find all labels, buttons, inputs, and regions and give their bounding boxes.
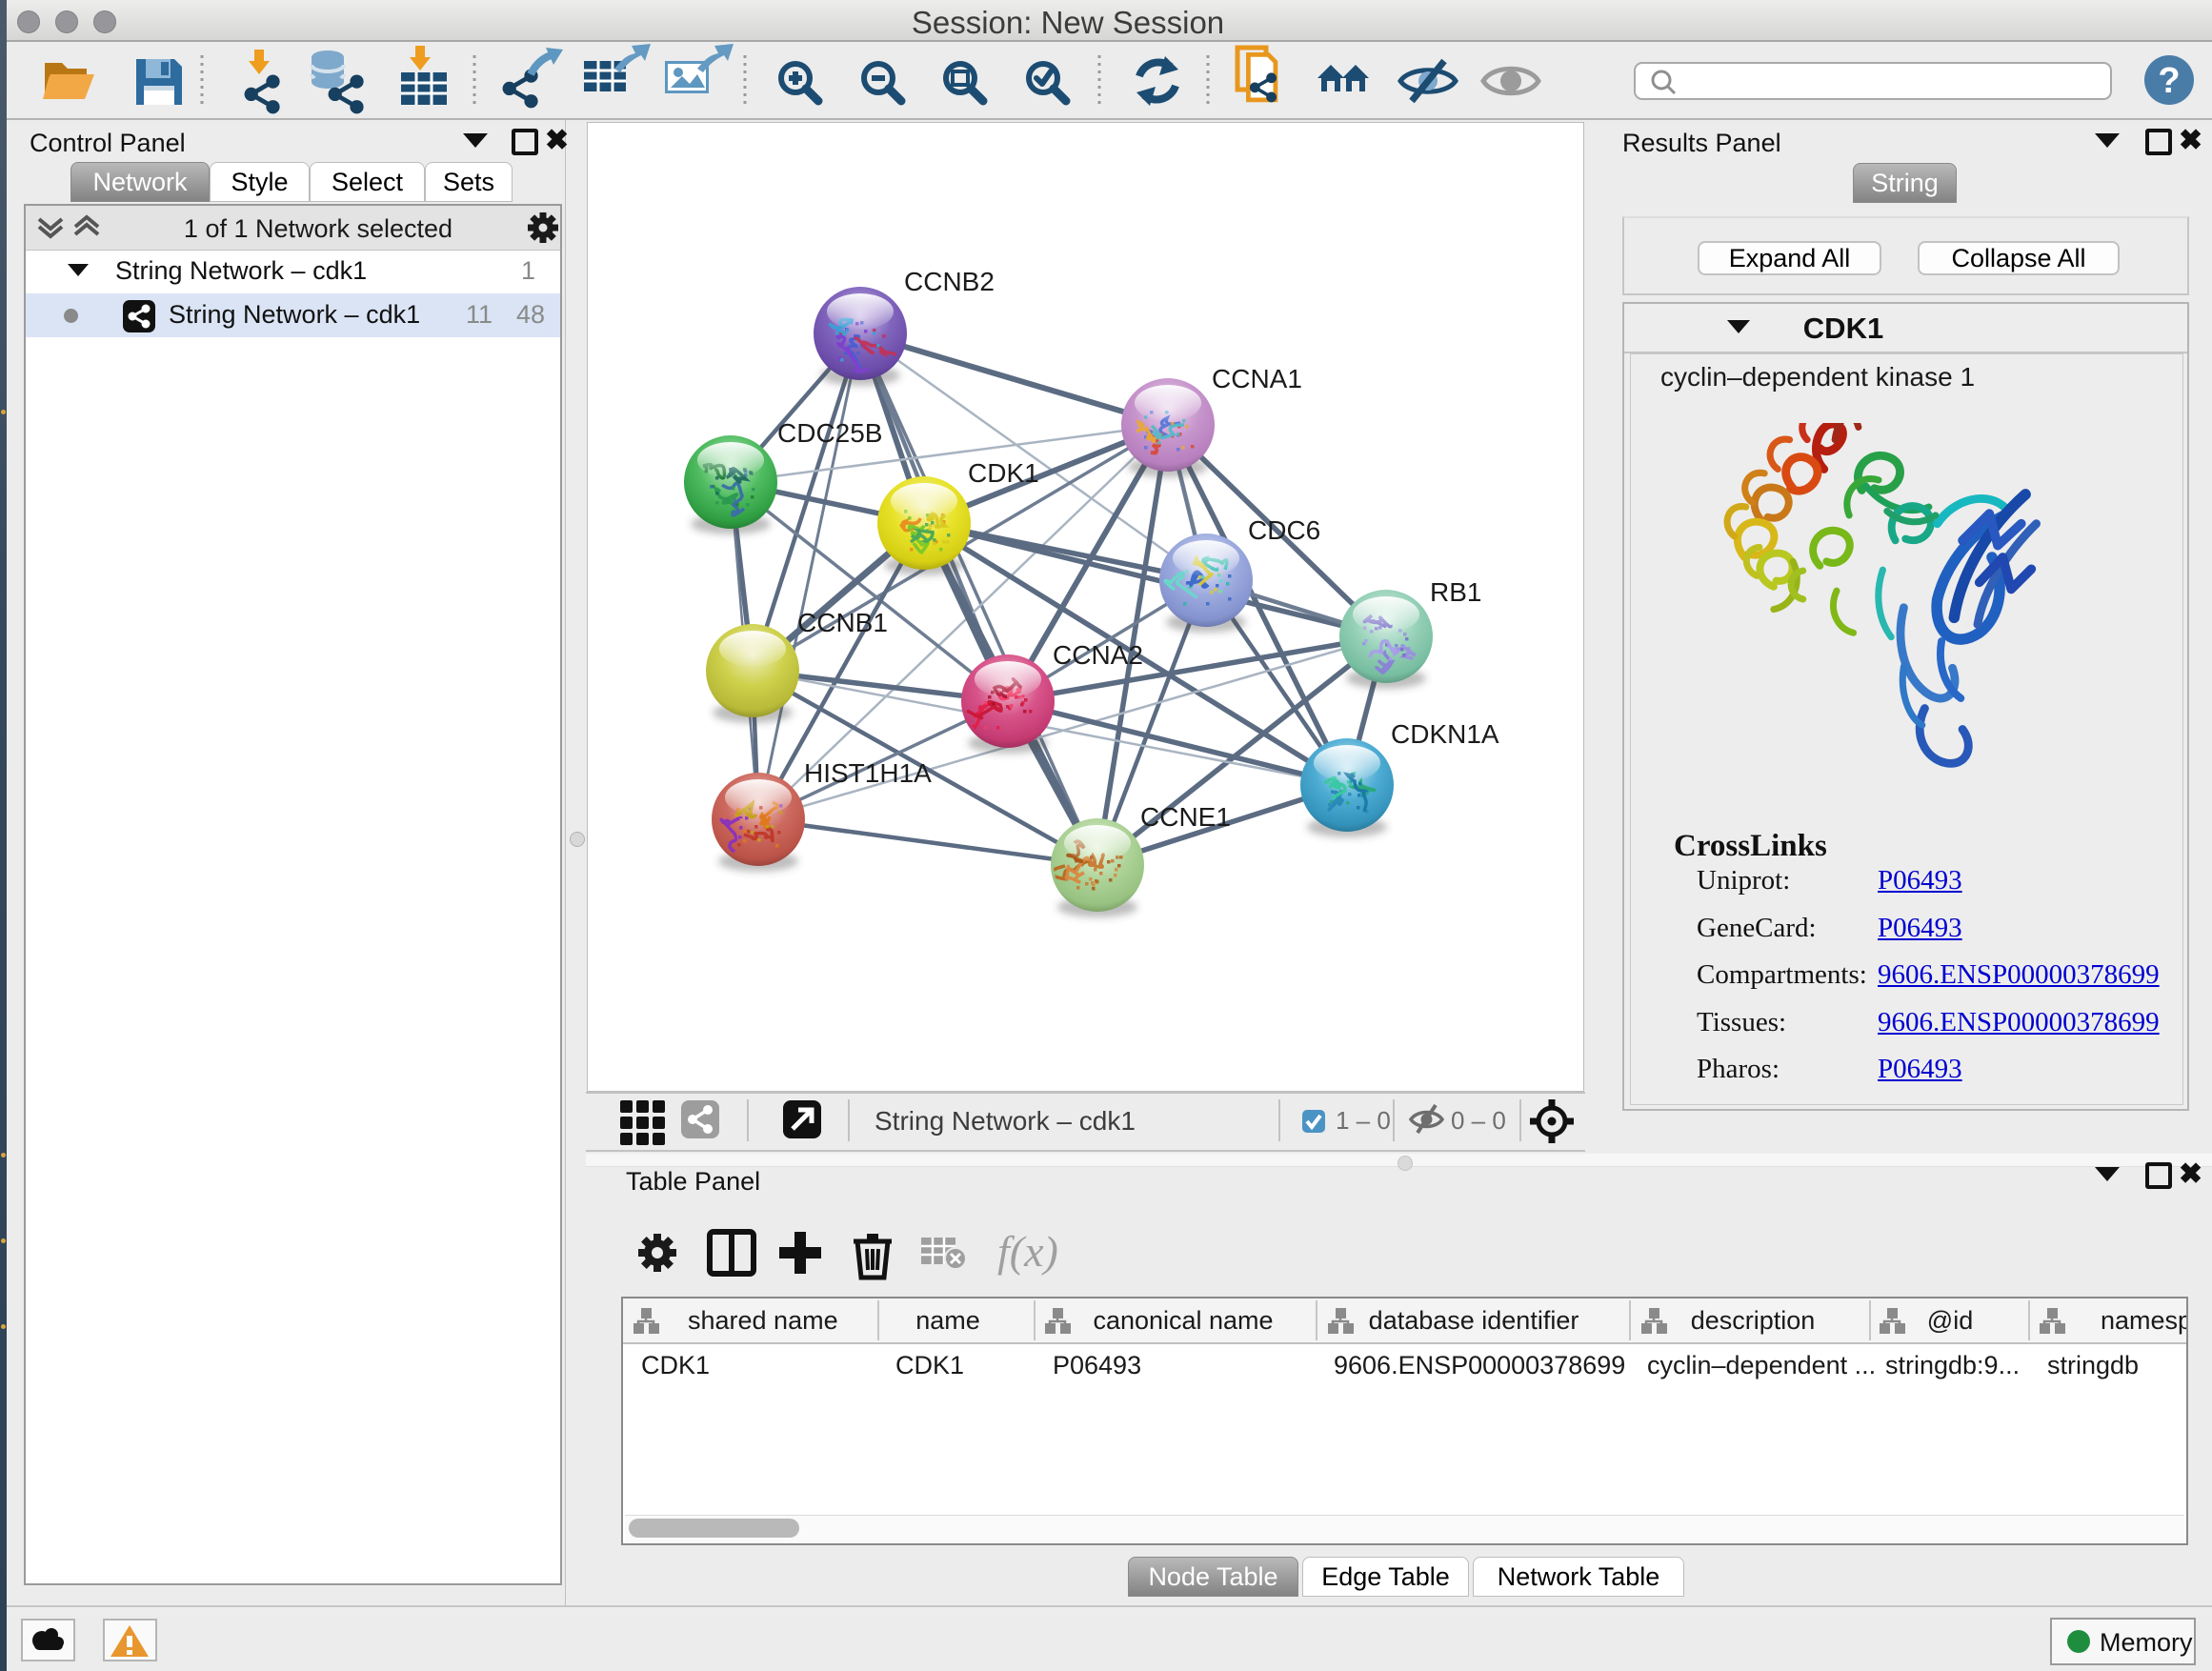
svg-text:CCNA2: CCNA2: [1053, 640, 1143, 670]
svg-text:0 – 0: 0 – 0: [1451, 1106, 1506, 1135]
svg-text:CCNA1: CCNA1: [1212, 364, 1302, 393]
svg-text:CDK1: CDK1: [968, 458, 1039, 488]
svg-text:shared name: shared name: [688, 1306, 838, 1335]
svg-text:9606.ENSP00000378699: 9606.ENSP00000378699: [1334, 1351, 1625, 1379]
svg-text:CDC25B: CDC25B: [777, 418, 882, 448]
svg-text:1 – 0: 1 – 0: [1336, 1106, 1391, 1135]
svg-text:1 of 1 Network selected: 1 of 1 Network selected: [184, 214, 452, 243]
svg-text:?: ?: [2158, 61, 2180, 101]
svg-text:RB1: RB1: [1430, 577, 1481, 607]
svg-text:CCNE1: CCNE1: [1140, 802, 1231, 832]
svg-text:CDKN1A: CDKN1A: [1391, 719, 1499, 749]
svg-text:P06493: P06493: [1053, 1351, 1141, 1379]
svg-text:CCNB1: CCNB1: [797, 608, 888, 637]
svg-text:CCNB2: CCNB2: [904, 267, 995, 296]
svg-text:cyclin–dependent ...: cyclin–dependent ...: [1647, 1351, 1876, 1379]
svg-text:namespac: namespac: [2101, 1306, 2186, 1335]
svg-text:canonical name: canonical name: [1093, 1306, 1273, 1335]
svg-text:@id: @id: [1927, 1306, 1973, 1335]
svg-text:HIST1H1A: HIST1H1A: [804, 758, 932, 788]
svg-text:database identifier: database identifier: [1369, 1306, 1579, 1335]
svg-text:CDK1: CDK1: [895, 1351, 964, 1379]
svg-text:CDC6: CDC6: [1248, 515, 1320, 545]
svg-text:description: description: [1691, 1306, 1816, 1335]
svg-text:CDK1: CDK1: [641, 1351, 710, 1379]
svg-text:f(x): f(x): [997, 1227, 1058, 1276]
svg-text:stringdb:9...: stringdb:9...: [1885, 1351, 2020, 1379]
svg-text:name: name: [915, 1306, 980, 1335]
svg-text:String Network – cdk1: String Network – cdk1: [875, 1106, 1136, 1136]
svg-text:stringdb: stringdb: [2047, 1351, 2139, 1379]
